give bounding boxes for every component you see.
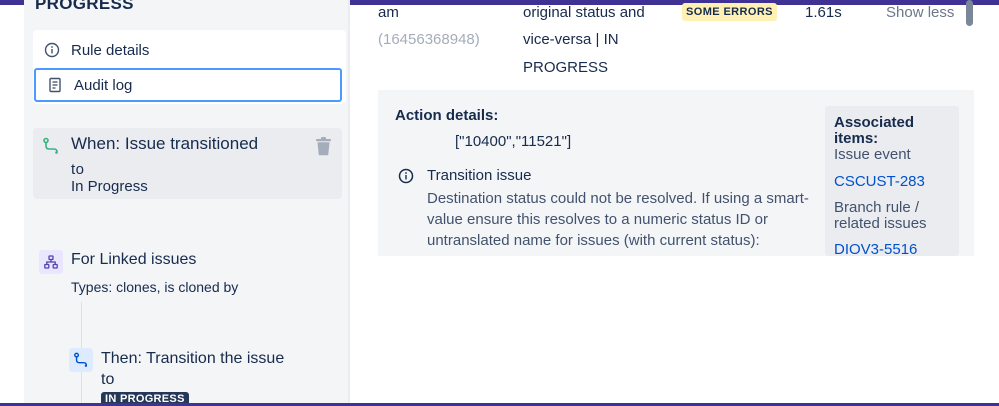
menu-item-rule-details[interactable]: Rule details xyxy=(33,33,346,67)
action-title: Then: Transition the issue xyxy=(101,350,285,367)
transition-issue-title: Transition issue xyxy=(427,167,532,184)
action-title-continued: to xyxy=(101,371,115,388)
sidebar-section-title: PROGRESS xyxy=(35,0,134,13)
associated-items-title: Associated items: xyxy=(834,114,915,147)
branch-subtitle: Types: clones, is cloned by xyxy=(71,279,239,295)
related-issue-link[interactable]: DIOV3-5516 xyxy=(834,241,917,256)
associated-items-panel: Associated items: Issue event CSCUST-283… xyxy=(825,106,959,256)
issue-event-label: Issue event xyxy=(834,146,911,163)
status-badge: SOME ERRORS xyxy=(682,3,777,21)
log-id: (16456368948) xyxy=(378,31,480,48)
branch-title: For Linked issues xyxy=(71,251,197,268)
log-time: am xyxy=(378,4,399,21)
transition-icon xyxy=(69,348,93,372)
trash-icon[interactable] xyxy=(314,136,333,161)
log-description-line: vice-versa | IN xyxy=(523,31,619,48)
log-description-line: original status and xyxy=(523,4,645,21)
log-description-line: PROGRESS xyxy=(523,59,609,76)
menu-item-audit-log[interactable]: Audit log xyxy=(34,68,342,102)
menu-item-label: Rule details xyxy=(71,41,150,59)
show-less-link[interactable]: Show less xyxy=(886,4,954,21)
trigger-subtitle: In Progress xyxy=(71,178,148,195)
menu-item-label: Audit log xyxy=(74,76,133,94)
branch-rule-label: Branch rule / related issues xyxy=(834,199,927,232)
action-details-title: Action details: xyxy=(395,107,499,124)
issue-event-link[interactable]: CSCUST-283 xyxy=(834,173,925,190)
transition-error-message: Destination status could not be resolved… xyxy=(427,190,809,249)
transition-icon xyxy=(39,134,63,158)
trigger-title: When: Issue transitioned xyxy=(71,134,259,153)
log-duration: 1.61s xyxy=(805,4,842,21)
rule-menu: Rule details Audit log xyxy=(33,30,346,104)
action-details-panel: Action details: ["10400","11521"] Transi… xyxy=(378,90,974,256)
document-icon xyxy=(36,77,74,93)
sidebar-divider xyxy=(348,0,350,406)
hierarchy-icon xyxy=(39,250,63,274)
action-details-value: ["10400","11521"] xyxy=(455,133,572,150)
scrollbar-thumb[interactable] xyxy=(966,0,973,26)
info-icon xyxy=(33,42,71,58)
info-icon xyxy=(398,168,414,189)
